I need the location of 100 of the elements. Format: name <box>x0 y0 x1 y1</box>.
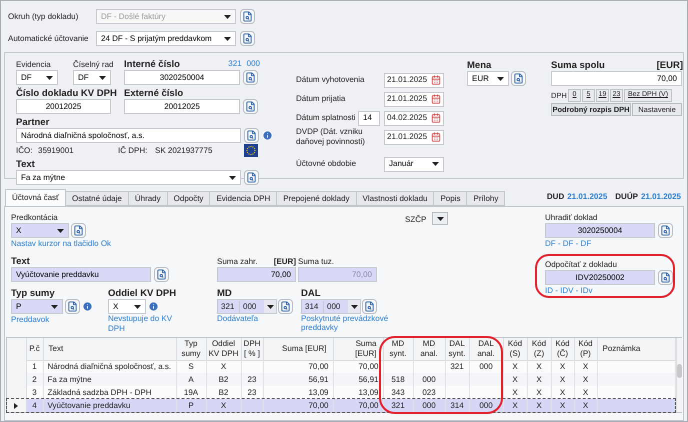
search-button[interactable] <box>71 223 86 238</box>
column-header[interactable]: Oddiel KV DPH <box>206 338 241 360</box>
column-header[interactable]: DAL anal. <box>469 338 503 360</box>
column-header[interactable]: Typ sumy <box>176 338 206 360</box>
tab[interactable]: Odpočty <box>166 191 210 206</box>
table-cell: X <box>512 374 518 384</box>
field-label: Predkontácia <box>11 212 59 223</box>
date-field[interactable]: 21.01.2025 <box>384 92 444 106</box>
account-number: 000 <box>246 58 260 70</box>
calendar-icon[interactable] <box>431 132 441 142</box>
date-field[interactable]: 21.01.2025 <box>384 130 444 144</box>
date-field[interactable]: 21.01.2025 <box>384 72 444 88</box>
total-field[interactable]: 70,00 <box>551 71 682 86</box>
hint-link[interactable]: ID - IDV - IDv <box>545 285 675 297</box>
column-header[interactable]: DAL synt. <box>445 338 469 360</box>
tab[interactable]: Vlastnosti dokladu <box>356 191 434 206</box>
table-cell: B2 <box>218 374 228 384</box>
calendar-icon[interactable] <box>431 113 441 123</box>
hint-link[interactable]: DF - DF - DF <box>545 238 675 250</box>
search-button[interactable] <box>658 223 673 238</box>
input-field[interactable]: 20012025 <box>16 99 111 114</box>
dropdown-arrow-icon <box>134 304 141 308</box>
input-field[interactable]: 70,00 <box>217 267 296 282</box>
column-header[interactable]: Poznámka <box>597 338 675 360</box>
column-header[interactable]: MD synt. <box>383 338 413 360</box>
calendar-icon[interactable] <box>431 75 441 85</box>
tab[interactable]: Úhrady <box>128 191 168 206</box>
hint-link[interactable]: Preddavok <box>11 314 108 326</box>
column-header[interactable]: Suma [EUR] <box>263 338 333 360</box>
hint-link[interactable]: Nevstupuje do KV DPH <box>108 314 178 334</box>
dropdown-field[interactable]: DF <box>16 70 58 85</box>
search-button[interactable] <box>243 70 258 85</box>
dropdown-button[interactable] <box>432 212 448 225</box>
table-row[interactable]: 2 Fa za mýtne A B2 23 56,91 56,91 518 000 X X X X <box>7 373 675 386</box>
dropdown-field[interactable]: X <box>108 299 146 314</box>
tab[interactable]: Ostatné údaje <box>65 191 129 206</box>
column-header[interactable]: Kód (Č) <box>551 338 574 360</box>
info-icon[interactable] <box>148 301 159 312</box>
hint-link[interactable]: Poskytnuté prevádzkové preddavky <box>301 314 401 332</box>
dropdown-field[interactable]: 24 DF - S prijatým preddavkom <box>96 31 236 46</box>
date-field[interactable]: 04.02.2025 <box>384 110 444 126</box>
dropdown-field[interactable]: Fa za mýtne <box>16 170 241 185</box>
dropdown-field[interactable]: Január <box>384 156 444 172</box>
eu-flag-icon[interactable] <box>244 144 258 157</box>
search-button[interactable] <box>244 170 259 185</box>
dropdown-field[interactable]: EUR <box>467 71 509 86</box>
table-row[interactable]: 4 Vyúčtovanie preddavku P X 70,00 70,00 321 000 314 000 X X X X <box>7 399 675 412</box>
column-header[interactable]: P.č <box>26 338 43 360</box>
tab[interactable]: Evidencia DPH <box>209 191 278 206</box>
account-field[interactable]: 314 000 <box>301 299 361 314</box>
info-icon[interactable] <box>82 301 93 312</box>
tab[interactable]: Popis <box>433 191 468 206</box>
due-date-value: 21.01.2025 <box>567 191 608 203</box>
input-field[interactable]: IDV20250002 <box>545 270 655 285</box>
search-button[interactable] <box>362 299 377 314</box>
input-field[interactable]: 3020250004 <box>124 70 240 85</box>
tab[interactable]: Účtovná časť <box>5 189 66 206</box>
search-button[interactable] <box>240 9 255 24</box>
table-cell: X <box>512 388 518 396</box>
table-cell: B2 <box>218 388 228 396</box>
dropdown-field[interactable]: P <box>11 299 63 314</box>
table-cell: X <box>582 362 588 371</box>
tab[interactable]: Prepojené doklady <box>276 191 357 206</box>
field-label: SZČP <box>405 214 426 225</box>
table-row[interactable]: 1 Národná diaľničná spoločnosť, a.s. S X 70,00 70,00 321 000 X X X X <box>7 360 675 373</box>
dropdown-field[interactable]: DF <box>73 70 111 85</box>
field-label: Typ sumy <box>11 288 56 299</box>
due-date-label: DUD <box>546 191 564 203</box>
column-header[interactable]: DPH [ % ] <box>241 338 263 360</box>
table-row[interactable]: 3 Základná sadzba DPH - DPH 19A B2 23 13,09 13,09 343 023 X X X X <box>7 386 675 399</box>
input-field[interactable]: Národná diaľničná spoločnosť, a.s. <box>16 128 241 143</box>
calendar-icon[interactable] <box>431 94 441 104</box>
table-cell: 70,00 <box>308 362 328 371</box>
column-header[interactable]: Kód (P) <box>574 338 597 360</box>
search-button[interactable] <box>278 299 293 314</box>
search-button[interactable] <box>244 128 259 143</box>
input-field[interactable]: 20012025 <box>124 99 240 114</box>
account-field[interactable]: 321 000 <box>217 299 277 314</box>
search-button[interactable] <box>240 31 255 46</box>
column-header[interactable]: Kód (S) <box>503 338 527 360</box>
info-icon[interactable] <box>262 130 273 141</box>
field-label: Suma spolu <box>551 60 605 71</box>
search-button[interactable] <box>154 267 169 282</box>
column-header[interactable]: Suma [EUR] <box>333 338 383 360</box>
search-button[interactable] <box>658 270 673 285</box>
search-button[interactable] <box>511 71 526 86</box>
tab[interactable]: Prílohy <box>466 191 506 206</box>
hint-link[interactable]: Nastav kurzor na tlačidlo Ok <box>11 238 405 250</box>
dropdown-field[interactable]: X <box>11 223 69 238</box>
search-button[interactable] <box>65 299 80 314</box>
table-cell: 518 <box>391 374 405 384</box>
column-header[interactable]: Text <box>43 338 176 360</box>
column-header[interactable]: Kód (Z) <box>527 338 551 360</box>
column-header[interactable]: MD anal. <box>413 338 445 360</box>
input-field[interactable]: 3020250004 <box>545 223 655 238</box>
input-field[interactable]: Vyúčtovanie preddavku <box>11 267 151 282</box>
search-button[interactable] <box>243 99 258 114</box>
table-cell: X <box>512 400 518 410</box>
table-cell: Fa za mýtne <box>48 374 92 384</box>
input-field[interactable]: 14 <box>358 110 380 126</box>
